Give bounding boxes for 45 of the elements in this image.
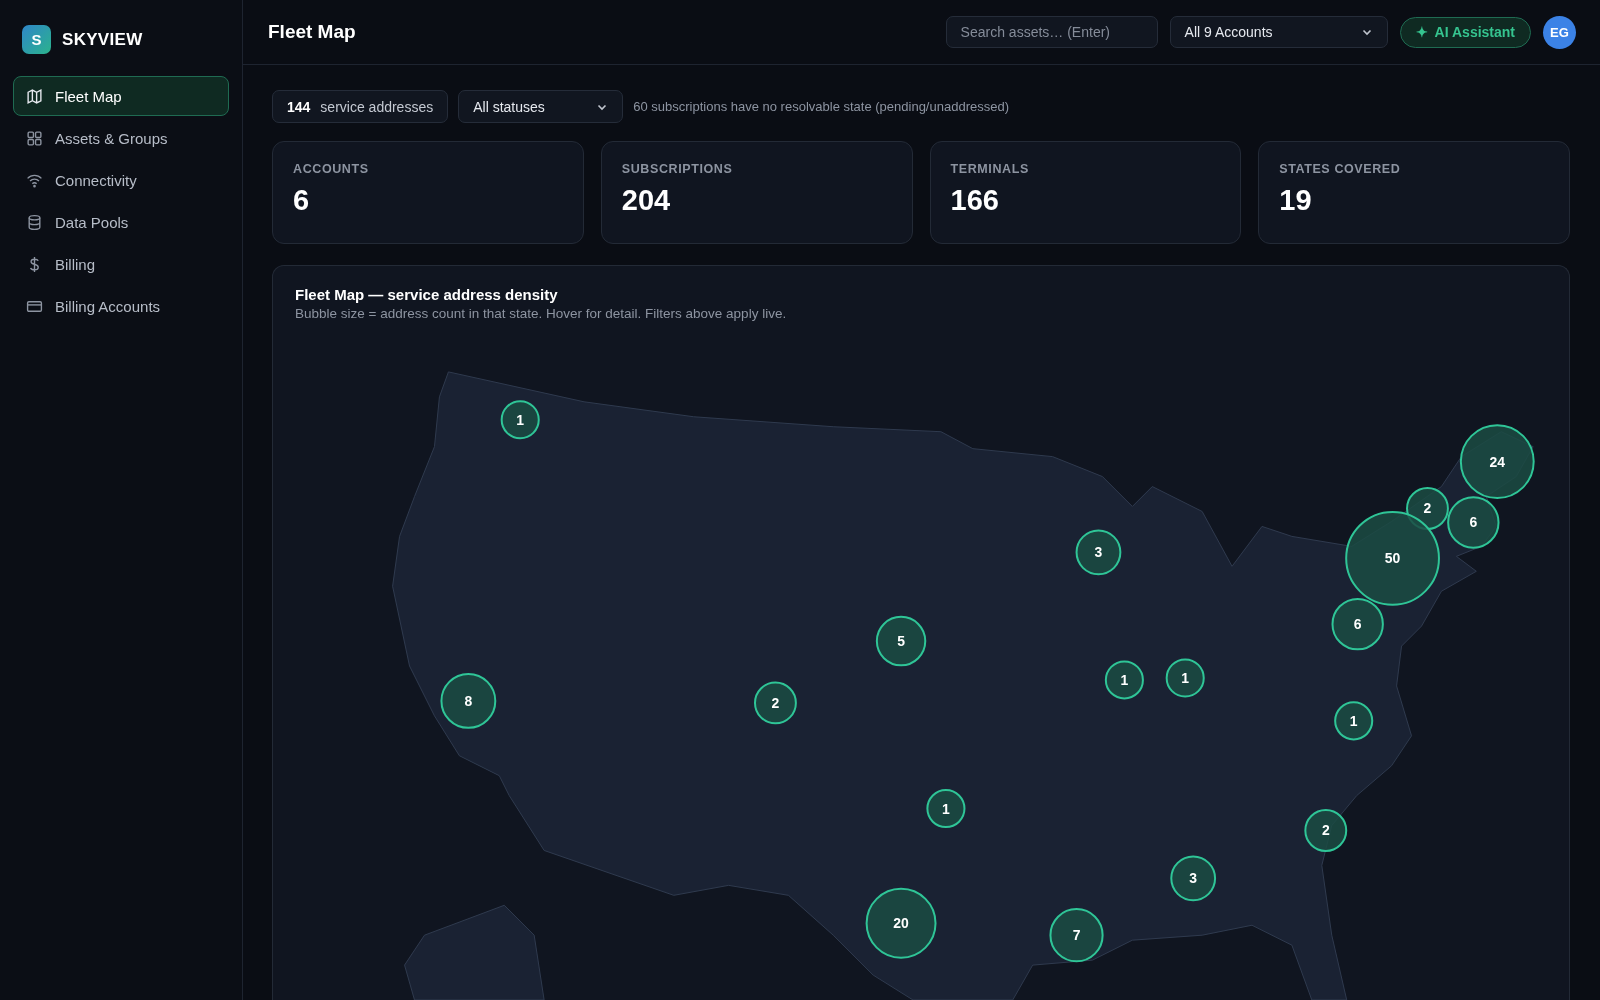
address-count: 144 service addresses xyxy=(272,90,449,123)
count-bubble[interactable]: 1 xyxy=(1165,658,1205,698)
count-bubble[interactable]: 8 xyxy=(440,672,497,729)
nav-item[interactable]: Connectivity xyxy=(13,160,229,200)
count-bubble[interactable]: 1 xyxy=(926,789,966,829)
map-title: Fleet Map — service address density xyxy=(295,286,559,303)
count-bubble[interactable]: 7 xyxy=(1049,908,1104,963)
status-select[interactable]: All statuses xyxy=(458,90,624,123)
grid-icon xyxy=(26,129,43,147)
ai-assistant-button[interactable]: ✦ AI Assistant xyxy=(1399,16,1531,48)
count-bubble[interactable]: 2 xyxy=(754,681,797,725)
nav-item[interactable]: Billing xyxy=(13,244,229,284)
stat-value: 19 xyxy=(1279,184,1313,217)
count-bubble[interactable]: 3 xyxy=(1075,529,1122,576)
count-bubble[interactable]: 1 xyxy=(500,400,540,440)
count-bubble[interactable]: 3 xyxy=(1170,855,1217,902)
stat-label: STATES COVERED xyxy=(1279,162,1402,176)
stat-value: 166 xyxy=(950,184,1000,217)
count-bubble[interactable]: 20 xyxy=(865,887,937,959)
map-subtitle: Bubble size = address count in that state. Hover for detail. Filters above apply live. xyxy=(295,306,788,321)
stat-value: 6 xyxy=(293,184,311,217)
count-bubble[interactable]: 6 xyxy=(1331,597,1384,651)
stat-label: SUBSCRIPTIONS xyxy=(621,162,734,176)
count-bubble[interactable]: 6 xyxy=(1447,496,1500,549)
nav-item[interactable]: Data Pools xyxy=(13,202,229,242)
nav-item[interactable]: Assets & Groups xyxy=(13,118,229,158)
stat-label: ACCOUNTS xyxy=(293,162,370,176)
account-select[interactable]: All 9 Accounts xyxy=(1169,16,1388,48)
stat-value: 204 xyxy=(621,184,672,217)
database-icon xyxy=(26,213,43,231)
map-icon xyxy=(26,87,43,105)
count-bubble[interactable]: 2 xyxy=(1304,809,1348,852)
count-bubble[interactable]: 1 xyxy=(1104,660,1144,700)
stat-label: TERMINALS xyxy=(950,162,1030,176)
count-bubble[interactable]: 1 xyxy=(1334,701,1374,741)
nav-item[interactable]: Fleet Map xyxy=(13,76,229,116)
count-bubble[interactable]: 5 xyxy=(875,615,927,667)
search-field[interactable]: Search assets… (Enter) xyxy=(945,16,1158,48)
logo-icon: S xyxy=(22,25,51,54)
user-avatar[interactable]: EG xyxy=(1543,15,1576,49)
count-bubble[interactable]: 24 xyxy=(1459,424,1535,500)
status-note: 60 subscriptions have no resolvable state (pending/unaddressed) xyxy=(633,99,1009,114)
page-title: Fleet Map xyxy=(268,21,357,43)
brand-name: SKYVIEW xyxy=(62,29,143,50)
nav-item[interactable]: Billing Accounts xyxy=(13,286,229,326)
